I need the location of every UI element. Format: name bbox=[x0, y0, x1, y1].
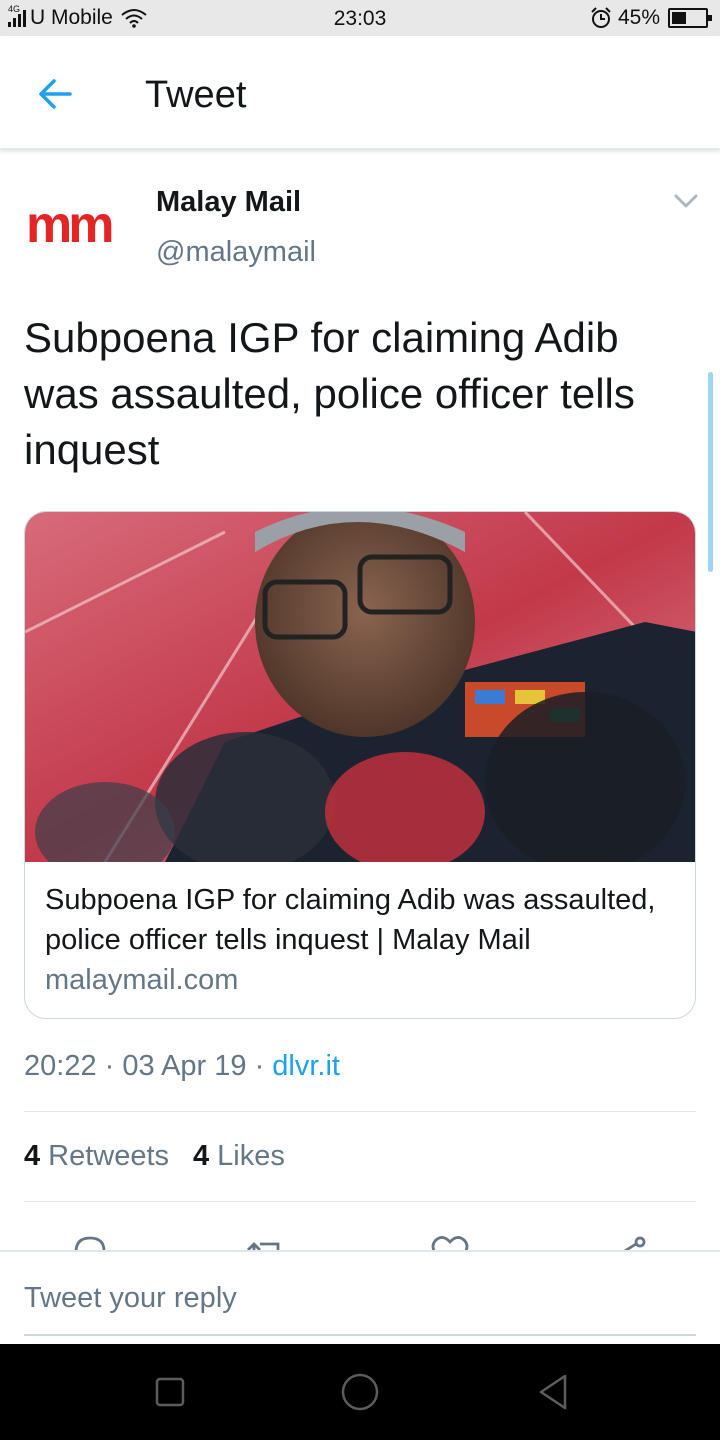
reply-button[interactable] bbox=[68, 1232, 112, 1252]
divider bbox=[24, 1201, 696, 1202]
author-display-name[interactable]: Malay Mail bbox=[156, 186, 301, 219]
square-icon bbox=[155, 1377, 185, 1407]
tweet-date: 03 Apr 19 bbox=[122, 1050, 247, 1082]
avatar[interactable]: mm bbox=[24, 192, 134, 262]
meta-separator: · bbox=[254, 1050, 273, 1082]
retweet-button[interactable] bbox=[244, 1232, 288, 1252]
system-nav-bar bbox=[0, 1344, 720, 1440]
card-domain: malaymail.com bbox=[45, 964, 239, 996]
arrow-left-icon bbox=[39, 79, 72, 109]
avatar-logo-text: mm bbox=[26, 196, 112, 254]
author-handle[interactable]: @malaymail bbox=[156, 236, 316, 269]
scrollbar[interactable] bbox=[708, 372, 713, 572]
likes-count: 4 bbox=[193, 1140, 210, 1172]
battery-fill bbox=[672, 12, 687, 24]
heart-icon bbox=[431, 1236, 469, 1252]
card-title: Subpoena IGP for claiming Adib was assau… bbox=[45, 884, 656, 956]
battery-percent: 45% bbox=[617, 6, 660, 29]
action-bar bbox=[0, 1222, 720, 1252]
chevron-down-icon bbox=[674, 194, 698, 208]
card-image bbox=[25, 512, 695, 862]
top-app-bar: Tweet bbox=[0, 36, 720, 150]
reply-input[interactable]: Tweet your reply bbox=[24, 1282, 237, 1315]
meta-separator: · bbox=[104, 1050, 123, 1082]
reply-bar: Tweet your reply bbox=[0, 1250, 720, 1344]
battery-icon bbox=[668, 8, 712, 28]
tweet-time: 20:22 bbox=[24, 1050, 97, 1082]
tweet-meta: 20:22 · 03 Apr 19 · dlvr.it bbox=[24, 1050, 340, 1083]
more-options-button[interactable] bbox=[670, 188, 702, 216]
home-button[interactable] bbox=[340, 1372, 380, 1412]
share-button[interactable] bbox=[608, 1232, 652, 1252]
triangle-back-icon bbox=[539, 1374, 567, 1410]
back-nav-button[interactable] bbox=[535, 1372, 575, 1412]
reply-underline bbox=[24, 1334, 696, 1336]
retweets-label: Retweets bbox=[48, 1140, 170, 1172]
recents-button[interactable] bbox=[150, 1372, 190, 1412]
status-right: 45% bbox=[590, 6, 712, 30]
retweets-count: 4 bbox=[24, 1140, 41, 1172]
divider bbox=[24, 1111, 696, 1112]
tweet-text: Subpoena IGP for claiming Adib was assau… bbox=[24, 314, 635, 473]
back-button[interactable] bbox=[30, 70, 82, 122]
retweets-stat[interactable]: 4 Retweets bbox=[24, 1140, 169, 1173]
status-bar: 4G U Mobile 23:03 45% bbox=[0, 0, 720, 36]
likes-stat[interactable]: 4 Likes bbox=[193, 1140, 285, 1173]
reply-icon bbox=[74, 1236, 106, 1252]
like-button[interactable] bbox=[428, 1232, 472, 1252]
circle-icon bbox=[341, 1373, 379, 1411]
page-title: Tweet bbox=[145, 74, 247, 116]
tweet-source-link[interactable]: dlvr.it bbox=[272, 1050, 340, 1082]
alarm-icon bbox=[591, 7, 611, 28]
share-icon bbox=[612, 1236, 646, 1252]
tweet-stats: 4 Retweets 4 Likes bbox=[24, 1140, 309, 1173]
link-card[interactable]: Subpoena IGP for claiming Adib was assau… bbox=[24, 511, 696, 1019]
likes-label: Likes bbox=[217, 1140, 285, 1172]
retweet-icon bbox=[247, 1242, 280, 1252]
